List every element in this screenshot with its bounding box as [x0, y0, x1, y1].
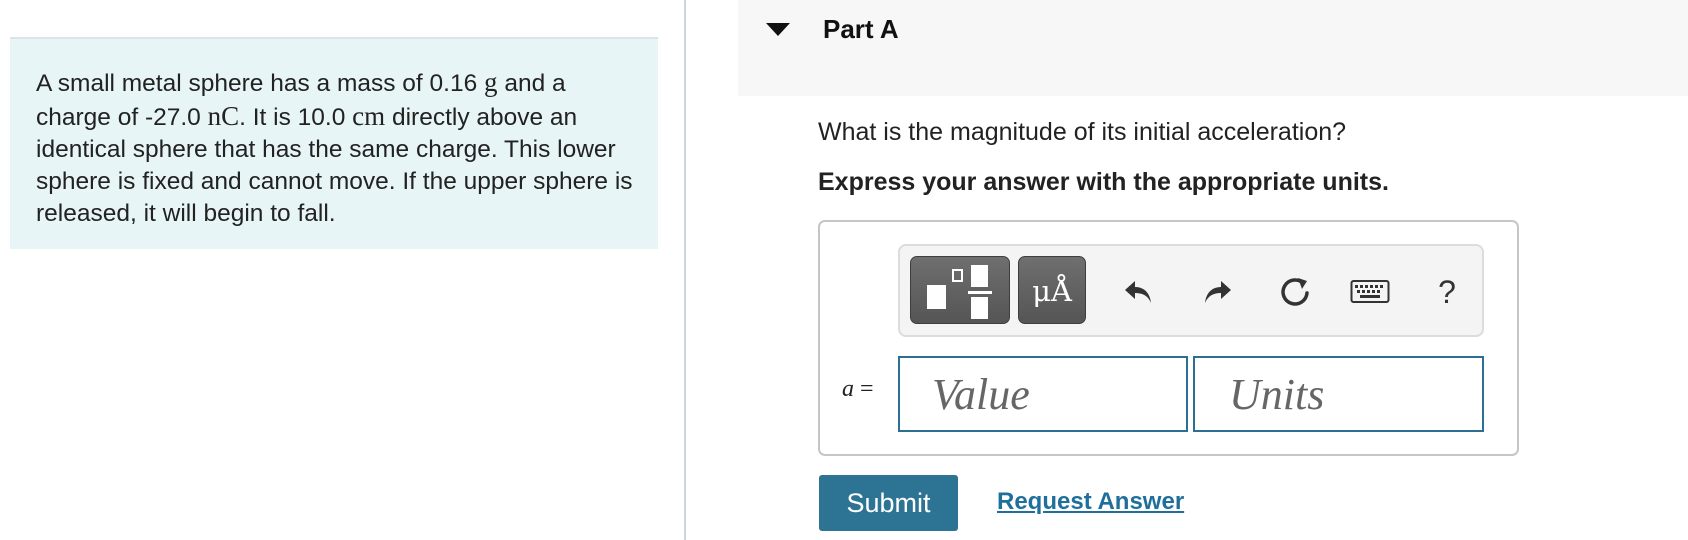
collapse-caret-icon[interactable]: [766, 23, 790, 36]
template-numerator: [971, 265, 988, 287]
undo-icon: [1125, 281, 1151, 303]
help-icon: ?: [1438, 273, 1456, 310]
problem-text: A small metal sphere has a mass of 0.16 …: [36, 66, 633, 230]
unit-grams: g: [484, 67, 498, 97]
problem-statement: A small metal sphere has a mass of 0.16 …: [10, 37, 658, 249]
reset-icon: [1281, 278, 1309, 306]
variable-symbol: a: [842, 376, 854, 402]
reset-button[interactable]: [1274, 270, 1318, 314]
request-answer-link[interactable]: Request Answer: [997, 488, 1184, 516]
panel-divider: [684, 0, 686, 540]
part-header[interactable]: Part A: [738, 0, 1688, 96]
template-block: [927, 285, 946, 309]
template-denominator: [971, 297, 988, 319]
units-icon: μÅ: [1032, 274, 1072, 308]
redo-button[interactable]: [1196, 270, 1240, 314]
units-input[interactable]: Units: [1193, 356, 1484, 432]
equals-sign: =: [860, 376, 874, 402]
value-input[interactable]: Value: [898, 356, 1188, 432]
variable-label: a =: [842, 376, 874, 403]
problem-text-segment: . It is 10.0: [239, 104, 353, 131]
template-superscript-box: [952, 269, 963, 282]
redo-icon: [1205, 281, 1231, 303]
unit-nanocoulombs: nC: [207, 101, 240, 131]
template-fraction-bar: [968, 291, 992, 294]
units-placeholder: Units: [1229, 369, 1325, 419]
help-button[interactable]: ?: [1425, 270, 1469, 314]
unit-centimeters: cm: [352, 101, 386, 131]
submit-button[interactable]: Submit: [819, 475, 958, 531]
part-title: Part A: [823, 14, 899, 44]
templates-button[interactable]: [910, 256, 1010, 324]
instruction-text: Express your answer with the appropriate…: [818, 168, 1389, 196]
keyboard-button[interactable]: [1348, 270, 1392, 314]
keyboard-icon: [1350, 280, 1390, 303]
units-button[interactable]: μÅ: [1018, 256, 1086, 324]
undo-button[interactable]: [1116, 270, 1160, 314]
math-toolbar: μÅ ?: [898, 244, 1484, 337]
value-placeholder: Value: [932, 369, 1030, 419]
problem-text-segment: A small metal sphere has a mass of 0.16: [36, 70, 485, 97]
question-text: What is the magnitude of its initial acc…: [818, 118, 1347, 146]
answer-box: μÅ ? a = Value Units: [818, 220, 1519, 456]
